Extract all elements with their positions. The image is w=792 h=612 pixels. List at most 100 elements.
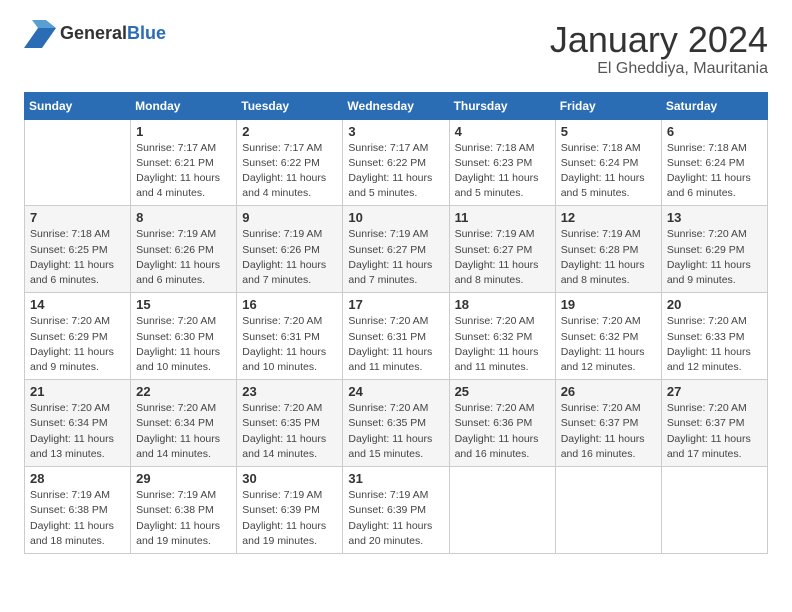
day-number: 14: [30, 297, 125, 312]
logo: GeneralBlue: [24, 20, 166, 48]
day-detail: Sunrise: 7:20 AMSunset: 6:29 PMDaylight:…: [30, 314, 125, 375]
day-detail: Sunrise: 7:20 AMSunset: 6:31 PMDaylight:…: [348, 314, 443, 375]
day-detail: Sunrise: 7:18 AMSunset: 6:23 PMDaylight:…: [455, 141, 550, 202]
weekday-saturday: Saturday: [661, 92, 767, 119]
day-detail: Sunrise: 7:20 AMSunset: 6:34 PMDaylight:…: [136, 401, 231, 462]
table-row: 20 Sunrise: 7:20 AMSunset: 6:33 PMDayligh…: [661, 293, 767, 380]
table-row: 21 Sunrise: 7:20 AMSunset: 6:34 PMDayligh…: [25, 380, 131, 467]
day-number: 10: [348, 210, 443, 225]
day-number: 31: [348, 471, 443, 486]
day-number: 6: [667, 124, 762, 139]
day-number: 17: [348, 297, 443, 312]
table-row: 8 Sunrise: 7:19 AMSunset: 6:26 PMDaylight…: [131, 206, 237, 293]
day-number: 18: [455, 297, 550, 312]
calendar-header: Sunday Monday Tuesday Wednesday Thursday…: [25, 92, 768, 119]
day-detail: Sunrise: 7:18 AMSunset: 6:24 PMDaylight:…: [561, 141, 656, 202]
day-detail: Sunrise: 7:19 AMSunset: 6:39 PMDaylight:…: [242, 488, 337, 549]
table-row: 24Sunrise: 7:20 AMSunset: 6:35 PMDayligh…: [343, 380, 449, 467]
logo-general: GeneralBlue: [60, 24, 166, 44]
table-row: 3Sunrise: 7:17 AMSunset: 6:22 PMDaylight…: [343, 119, 449, 206]
day-number: 7: [30, 210, 125, 225]
day-number: 8: [136, 210, 231, 225]
table-row: 25 Sunrise: 7:20 AMSunset: 6:36 PMDayligh…: [449, 380, 555, 467]
day-number: 25: [455, 384, 550, 399]
day-number: 27: [667, 384, 762, 399]
day-detail: Sunrise: 7:19 AMSunset: 6:38 PMDaylight:…: [136, 488, 231, 549]
table-row: 5 Sunrise: 7:18 AMSunset: 6:24 PMDaylight…: [555, 119, 661, 206]
day-detail: Sunrise: 7:20 AMSunset: 6:31 PMDaylight:…: [242, 314, 337, 375]
day-number: 30: [242, 471, 337, 486]
day-number: 11: [455, 210, 550, 225]
day-detail: Sunrise: 7:20 AMSunset: 6:32 PMDaylight:…: [455, 314, 550, 375]
day-detail: Sunrise: 7:20 AMSunset: 6:36 PMDaylight:…: [455, 401, 550, 462]
day-detail: Sunrise: 7:19 AMSunset: 6:26 PMDaylight:…: [136, 227, 231, 288]
title-block: January 2024 El Gheddiya, Mauritania: [550, 20, 768, 78]
table-row: [25, 119, 131, 206]
table-row: 31 Sunrise: 7:19 AMSunset: 6:39 PMDayligh…: [343, 467, 449, 554]
day-detail: Sunrise: 7:20 AMSunset: 6:30 PMDaylight:…: [136, 314, 231, 375]
table-row: 16 Sunrise: 7:20 AMSunset: 6:31 PMDayligh…: [237, 293, 343, 380]
day-detail: Sunrise: 7:18 AMSunset: 6:24 PMDaylight:…: [667, 141, 762, 202]
location: El Gheddiya, Mauritania: [550, 60, 768, 78]
day-number: 2: [242, 124, 337, 139]
day-number: 19: [561, 297, 656, 312]
day-detail: Sunrise: 7:20 AMSunset: 6:37 PMDaylight:…: [561, 401, 656, 462]
weekday-friday: Friday: [555, 92, 661, 119]
day-detail: Sunrise: 7:17 AMSunset: 6:22 PMDaylight:…: [348, 141, 443, 202]
header: GeneralBlue January 2024 El Gheddiya, Ma…: [24, 20, 768, 78]
table-row: 4 Sunrise: 7:18 AMSunset: 6:23 PMDaylight…: [449, 119, 555, 206]
day-number: 24: [348, 384, 443, 399]
day-detail: Sunrise: 7:20 AMSunset: 6:33 PMDaylight:…: [667, 314, 762, 375]
table-row: 10Sunrise: 7:19 AMSunset: 6:27 PMDayligh…: [343, 206, 449, 293]
table-row: 22 Sunrise: 7:20 AMSunset: 6:34 PMDayligh…: [131, 380, 237, 467]
day-number: 5: [561, 124, 656, 139]
day-number: 9: [242, 210, 337, 225]
weekday-wednesday: Wednesday: [343, 92, 449, 119]
day-detail: Sunrise: 7:20 AMSunset: 6:37 PMDaylight:…: [667, 401, 762, 462]
table-row: 29 Sunrise: 7:19 AMSunset: 6:38 PMDayligh…: [131, 467, 237, 554]
table-row: 2 Sunrise: 7:17 AMSunset: 6:22 PMDaylight…: [237, 119, 343, 206]
table-row: 23Sunrise: 7:20 AMSunset: 6:35 PMDayligh…: [237, 380, 343, 467]
day-detail: Sunrise: 7:19 AMSunset: 6:39 PMDaylight:…: [348, 488, 443, 549]
table-row: 12 Sunrise: 7:19 AMSunset: 6:28 PMDayligh…: [555, 206, 661, 293]
day-detail: Sunrise: 7:20 AMSunset: 6:29 PMDaylight:…: [667, 227, 762, 288]
weekday-sunday: Sunday: [25, 92, 131, 119]
day-number: 20: [667, 297, 762, 312]
weekday-row: Sunday Monday Tuesday Wednesday Thursday…: [25, 92, 768, 119]
table-row: [555, 467, 661, 554]
day-detail: Sunrise: 7:17 AMSunset: 6:22 PMDaylight:…: [242, 141, 337, 202]
day-detail: Sunrise: 7:19 AMSunset: 6:27 PMDaylight:…: [455, 227, 550, 288]
day-number: 15: [136, 297, 231, 312]
table-row: 11 Sunrise: 7:19 AMSunset: 6:27 PMDayligh…: [449, 206, 555, 293]
weekday-thursday: Thursday: [449, 92, 555, 119]
day-detail: Sunrise: 7:17 AMSunset: 6:21 PMDaylight:…: [136, 141, 231, 202]
day-number: 21: [30, 384, 125, 399]
table-row: 26 Sunrise: 7:20 AMSunset: 6:37 PMDayligh…: [555, 380, 661, 467]
day-detail: Sunrise: 7:19 AMSunset: 6:28 PMDaylight:…: [561, 227, 656, 288]
table-row: 15 Sunrise: 7:20 AMSunset: 6:30 PMDayligh…: [131, 293, 237, 380]
table-row: 17 Sunrise: 7:20 AMSunset: 6:31 PMDayligh…: [343, 293, 449, 380]
day-number: 28: [30, 471, 125, 486]
day-number: 23: [242, 384, 337, 399]
table-row: 6 Sunrise: 7:18 AMSunset: 6:24 PMDaylight…: [661, 119, 767, 206]
day-number: 29: [136, 471, 231, 486]
weekday-tuesday: Tuesday: [237, 92, 343, 119]
day-detail: Sunrise: 7:19 AMSunset: 6:38 PMDaylight:…: [30, 488, 125, 549]
day-number: 16: [242, 297, 337, 312]
table-row: 19Sunrise: 7:20 AMSunset: 6:32 PMDayligh…: [555, 293, 661, 380]
day-number: 4: [455, 124, 550, 139]
day-number: 13: [667, 210, 762, 225]
table-row: 1Sunrise: 7:17 AMSunset: 6:21 PMDaylight…: [131, 119, 237, 206]
day-number: 26: [561, 384, 656, 399]
table-row: 7Sunrise: 7:18 AMSunset: 6:25 PMDaylight…: [25, 206, 131, 293]
table-row: 27 Sunrise: 7:20 AMSunset: 6:37 PMDayligh…: [661, 380, 767, 467]
table-row: 9 Sunrise: 7:19 AMSunset: 6:26 PMDaylight…: [237, 206, 343, 293]
table-row: [449, 467, 555, 554]
day-detail: Sunrise: 7:19 AMSunset: 6:26 PMDaylight:…: [242, 227, 337, 288]
day-number: 12: [561, 210, 656, 225]
day-number: 22: [136, 384, 231, 399]
table-row: 13 Sunrise: 7:20 AMSunset: 6:29 PMDayligh…: [661, 206, 767, 293]
day-detail: Sunrise: 7:20 AMSunset: 6:34 PMDaylight:…: [30, 401, 125, 462]
calendar-table: Sunday Monday Tuesday Wednesday Thursday…: [24, 92, 768, 554]
calendar-page: GeneralBlue January 2024 El Gheddiya, Ma…: [0, 0, 792, 612]
